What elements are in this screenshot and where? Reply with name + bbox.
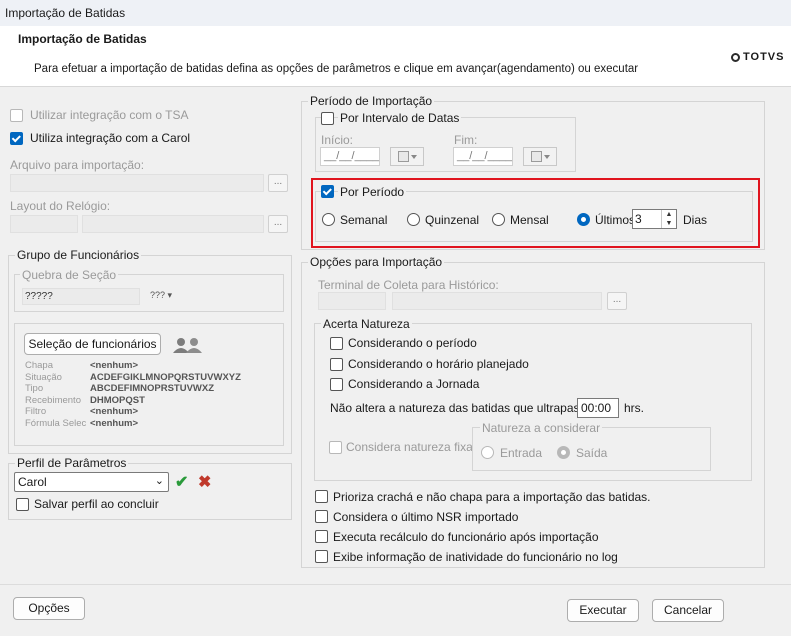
considerando-jornada-label: Considerando a Jornada (348, 377, 480, 391)
exibe-inatividade-label: Exibe informação de inatividade do funci… (333, 550, 618, 564)
layout-browse-button[interactable]: ... (268, 215, 288, 233)
cancelar-button[interactable]: Cancelar (652, 599, 724, 622)
dias-label: Dias (683, 213, 708, 227)
selecao-values: <nenhum> ACDEFGIKLMNOPQRSTUVWXYZ ABCDEFIMN… (90, 360, 241, 429)
saida-label: Saída (576, 446, 608, 460)
considera-fixa-checkbox[interactable] (329, 441, 342, 454)
considera-nsr-label: Considera o último NSR importado (333, 510, 519, 524)
tsa-checkbox[interactable] (10, 109, 23, 122)
prioriza-cracha-checkbox[interactable] (315, 490, 328, 503)
mensal-label: Mensal (510, 213, 549, 227)
arquivo-input[interactable] (10, 174, 264, 192)
tsa-label: Utilizar integração com o TSA (30, 108, 189, 122)
ultimos-spinner[interactable]: 3 ▲ ▼ (632, 209, 677, 229)
terminal-desc-input[interactable] (392, 292, 602, 310)
executa-recalculo-label: Executa recálculo do funcionário após im… (333, 530, 599, 544)
terminal-code-input[interactable] (318, 292, 386, 310)
opcoes-button[interactable]: Opções (13, 597, 85, 620)
saida-radio[interactable] (557, 446, 570, 459)
inicio-date-input[interactable]: __/__/____ (320, 147, 380, 166)
opcoes-title: Opções para Importação (308, 255, 445, 269)
layout-desc-input[interactable] (82, 215, 264, 233)
fim-date-input[interactable]: __/__/____ (453, 147, 513, 166)
spinner-arrows-icon: ▲ ▼ (661, 210, 676, 228)
salvar-perfil-checkbox[interactable] (16, 498, 29, 511)
entrada-label: Entrada (500, 446, 543, 460)
inicio-label: Início: (321, 133, 354, 147)
title-bar: Importação de Batidas (0, 0, 791, 26)
intervalo-label: Por Intervalo de Datas (338, 111, 462, 125)
nao-altera-label: Não altera a natureza das batidas que ul… (330, 401, 603, 415)
entrada-radio[interactable] (481, 446, 494, 459)
perfil-select[interactable]: Carol ⌄ (14, 472, 169, 492)
semanal-radio[interactable] (322, 213, 335, 226)
hrs-label: hrs. (624, 401, 645, 415)
fim-label: Fim: (454, 133, 478, 147)
time-input[interactable]: 00:00 (577, 398, 619, 418)
quebra-title: Quebra de Seção (20, 268, 119, 282)
executa-recalculo-checkbox[interactable] (315, 530, 328, 543)
ultimos-radio[interactable] (577, 213, 590, 226)
page-description: Para efetuar a importação de batidas def… (34, 63, 639, 75)
terminal-browse-button[interactable]: ... (607, 292, 627, 310)
executar-button[interactable]: Executar (567, 599, 639, 622)
considerando-horario-checkbox[interactable] (330, 358, 343, 371)
users-icon (173, 338, 202, 353)
ultimos-label: Últimos (595, 213, 636, 227)
inicio-calendar-button[interactable] (390, 147, 424, 166)
natureza-title: Natureza a considerar (480, 421, 603, 435)
selecao-labels: Chapa Situação Tipo Recebimento Filtro Fórmul… (25, 360, 87, 429)
grupo-title: Grupo de Funcionários (15, 248, 142, 262)
layout-code-input[interactable] (10, 215, 78, 233)
quebra-input[interactable]: ????? (22, 288, 140, 305)
periodo-title: Período de Importação (308, 94, 435, 108)
footer-divider (0, 584, 791, 585)
layout-label: Layout do Relógio: (10, 199, 111, 213)
considerando-periodo-checkbox[interactable] (330, 337, 343, 350)
quinzenal-radio[interactable] (407, 213, 420, 226)
intervalo-checkbox[interactable] (321, 112, 334, 125)
arquivo-label: Arquivo para importação: (10, 158, 145, 172)
salvar-perfil-label: Salvar perfil ao concluir (34, 497, 159, 511)
considerando-horario-label: Considerando o horário planejado (348, 357, 529, 371)
mensal-radio[interactable] (492, 213, 505, 226)
considerando-periodo-label: Considerando o período (348, 336, 477, 350)
perfil-title: Perfil de Parâmetros (15, 456, 129, 470)
confirm-check-icon[interactable]: ✔ (175, 472, 188, 492)
calendar-icon (397, 151, 409, 162)
page-title: Importação de Batidas (18, 32, 147, 46)
semanal-label: Semanal (340, 213, 388, 227)
quebra-dropdown[interactable]: ??? ▾ (150, 290, 172, 301)
selecao-funcionarios-button[interactable]: Seleção de funcionários (24, 333, 161, 355)
por-periodo-label: Por Período (338, 185, 407, 199)
quinzenal-label: Quinzenal (425, 213, 480, 227)
chevron-down-icon: ⌄ (154, 475, 164, 487)
calendar-icon (530, 151, 542, 162)
logo-ring-icon (731, 52, 740, 62)
carol-label: Utiliza integração com a Carol (30, 131, 191, 145)
por-periodo-checkbox[interactable] (321, 185, 334, 198)
considera-nsr-checkbox[interactable] (315, 510, 328, 523)
arquivo-browse-button[interactable]: ... (268, 174, 288, 192)
window-title: Importação de Batidas (5, 6, 126, 20)
considera-fixa-label: Considera natureza fixa (346, 440, 473, 454)
fim-calendar-button[interactable] (523, 147, 557, 166)
cancel-x-icon[interactable]: ✖ (198, 472, 211, 492)
totvs-logo: TOTVS (731, 51, 784, 63)
exibe-inatividade-checkbox[interactable] (315, 550, 328, 563)
terminal-label: Terminal de Coleta para Histórico: (318, 278, 499, 292)
carol-checkbox[interactable] (10, 132, 23, 145)
considerando-jornada-checkbox[interactable] (330, 378, 343, 391)
acerta-title: Acerta Natureza (321, 317, 412, 331)
prioriza-cracha-label: Prioriza crachá e não chapa para a impor… (333, 490, 651, 504)
